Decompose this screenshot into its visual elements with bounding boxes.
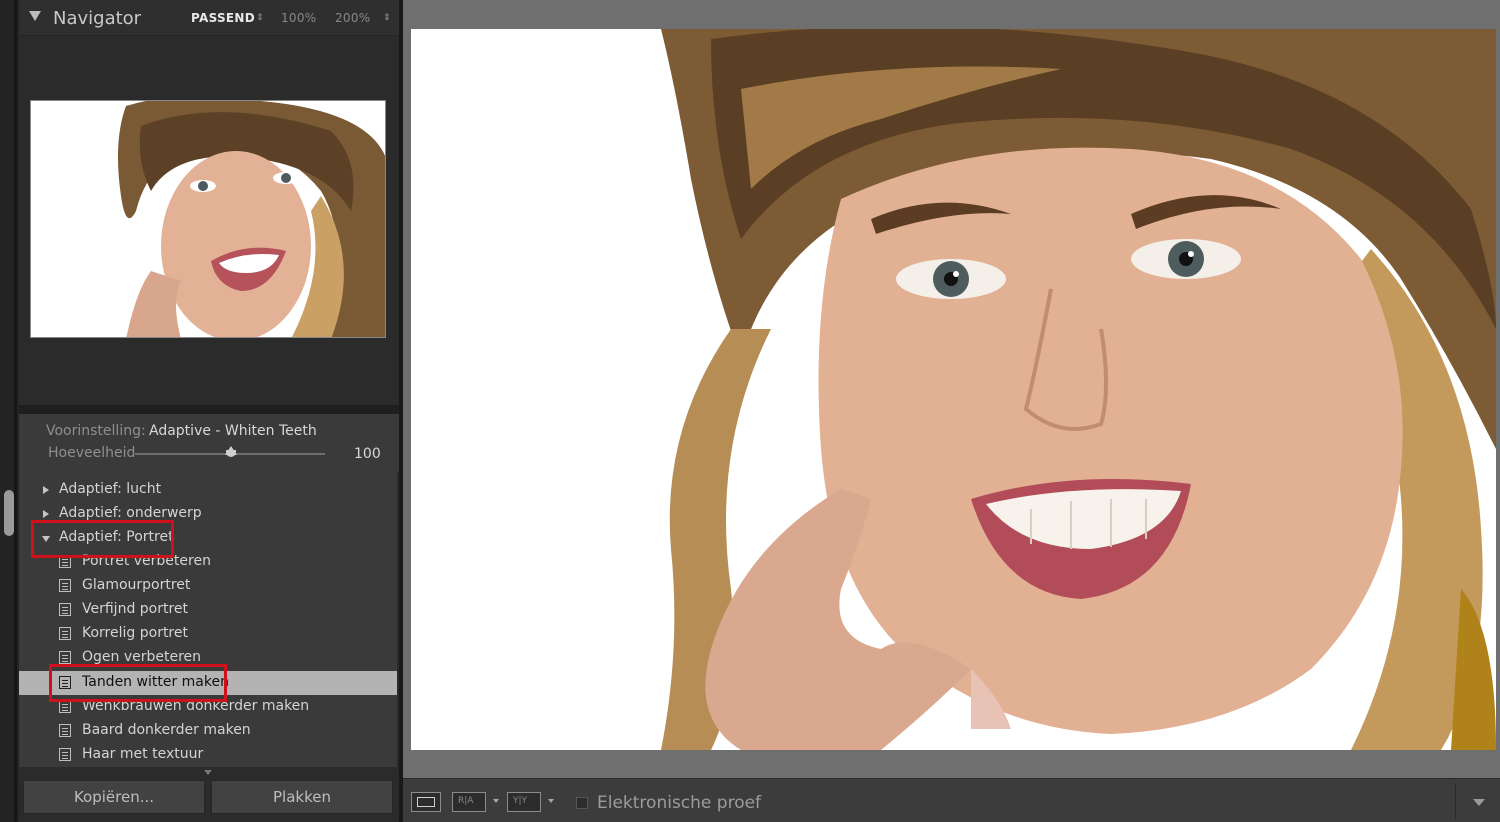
main-canvas bbox=[403, 0, 1500, 778]
preset-icon bbox=[59, 748, 71, 761]
before-after-ra-icon[interactable]: R|A bbox=[452, 792, 486, 812]
preset-icon bbox=[59, 627, 71, 640]
preset-item-label: Haar met textuur bbox=[82, 746, 204, 762]
left-panel: Navigator PASSEND ⇕ 100% 200% ⇕ Voorinst… bbox=[19, 0, 399, 822]
highlight-box-portret-group bbox=[31, 520, 174, 558]
bottom-toolbar: R|A Y|Y Elektronische proef bbox=[403, 778, 1500, 822]
preset-item[interactable]: Korrelig portret bbox=[19, 622, 397, 646]
amount-value[interactable]: 100 bbox=[354, 446, 381, 462]
preset-item[interactable]: Verfijnd portret bbox=[19, 598, 397, 622]
before-after-yy-icon[interactable]: Y|Y bbox=[507, 792, 541, 812]
preset-group-label: Adaptief: lucht bbox=[59, 481, 162, 497]
preset-name: Adaptive - Whiten Teeth bbox=[149, 423, 317, 439]
preset-icon bbox=[59, 651, 71, 664]
ra-label: R|A bbox=[458, 796, 474, 806]
preset-item-label: Baard donkerder maken bbox=[82, 722, 251, 738]
main-photo[interactable] bbox=[411, 29, 1496, 750]
panel-divider bbox=[19, 405, 399, 414]
chevron-down-icon[interactable] bbox=[548, 799, 554, 803]
panel-edge-line bbox=[14, 0, 17, 822]
amount-slider-handle[interactable] bbox=[226, 450, 236, 457]
soft-proof-checkbox[interactable] bbox=[576, 797, 588, 809]
portrait-thumbnail-image bbox=[31, 101, 385, 337]
paste-button[interactable]: Plakken bbox=[211, 780, 393, 814]
navigator-header: Navigator PASSEND ⇕ 100% 200% ⇕ bbox=[19, 0, 399, 36]
panel-scrollbar[interactable] bbox=[4, 490, 14, 536]
scroll-down-icon[interactable] bbox=[204, 770, 212, 775]
navigator-thumbnail[interactable] bbox=[30, 100, 386, 338]
preset-item-label: Verfijnd portret bbox=[82, 601, 189, 617]
zoom-200-option[interactable]: 200% bbox=[335, 11, 371, 25]
collapse-triangle-icon[interactable] bbox=[29, 11, 41, 21]
preset-group-lucht[interactable]: Adaptief: lucht bbox=[19, 478, 397, 502]
highlight-box-whiten-teeth bbox=[49, 664, 227, 702]
toolbar-menu-chevron-icon[interactable] bbox=[1473, 799, 1485, 806]
preset-item[interactable]: Baard donkerder maken bbox=[19, 719, 397, 743]
preset-item-label: Korrelig portret bbox=[82, 625, 188, 641]
preset-list: Adaptief: lucht Adaptief: onderwerp Adap… bbox=[19, 472, 397, 767]
toolbar-divider bbox=[1455, 783, 1456, 819]
yy-label: Y|Y bbox=[513, 796, 528, 806]
preset-amount-box: Voorinstelling: Adaptive - Whiten Teeth … bbox=[19, 414, 399, 472]
disclosure-triangle-icon[interactable] bbox=[43, 510, 49, 518]
navigator-preview-area bbox=[19, 37, 399, 405]
chevron-down-icon[interactable] bbox=[493, 799, 499, 803]
zoom-fit-option[interactable]: PASSEND bbox=[191, 11, 255, 25]
portrait-photo-image bbox=[411, 29, 1496, 750]
amount-label: Hoeveelheid bbox=[48, 445, 136, 461]
preset-label: Voorinstelling: bbox=[46, 423, 146, 439]
preset-item-label: Glamourportret bbox=[82, 577, 191, 593]
preset-icon bbox=[59, 579, 71, 592]
preset-icon bbox=[59, 603, 71, 616]
preset-item-label: Ogen verbeteren bbox=[82, 649, 202, 665]
soft-proof-label[interactable]: Elektronische proef bbox=[597, 793, 761, 813]
zoom-more-stepper-icon[interactable]: ⇕ bbox=[383, 13, 391, 23]
preset-item[interactable]: Haar met textuur bbox=[19, 743, 397, 767]
loupe-view-icon[interactable] bbox=[411, 792, 441, 812]
preset-icon bbox=[59, 724, 71, 737]
disclosure-triangle-icon[interactable] bbox=[43, 486, 49, 494]
panel-edge bbox=[0, 0, 19, 822]
list-scroll-indicator bbox=[19, 767, 399, 778]
zoom-fit-stepper-icon[interactable]: ⇕ bbox=[256, 13, 264, 23]
preset-item[interactable]: Glamourportret bbox=[19, 574, 397, 598]
copy-button[interactable]: Kopiëren... bbox=[23, 780, 205, 814]
zoom-100-option[interactable]: 100% bbox=[281, 11, 317, 25]
navigator-title: Navigator bbox=[53, 8, 142, 29]
preset-group-label: Adaptief: onderwerp bbox=[59, 505, 202, 521]
